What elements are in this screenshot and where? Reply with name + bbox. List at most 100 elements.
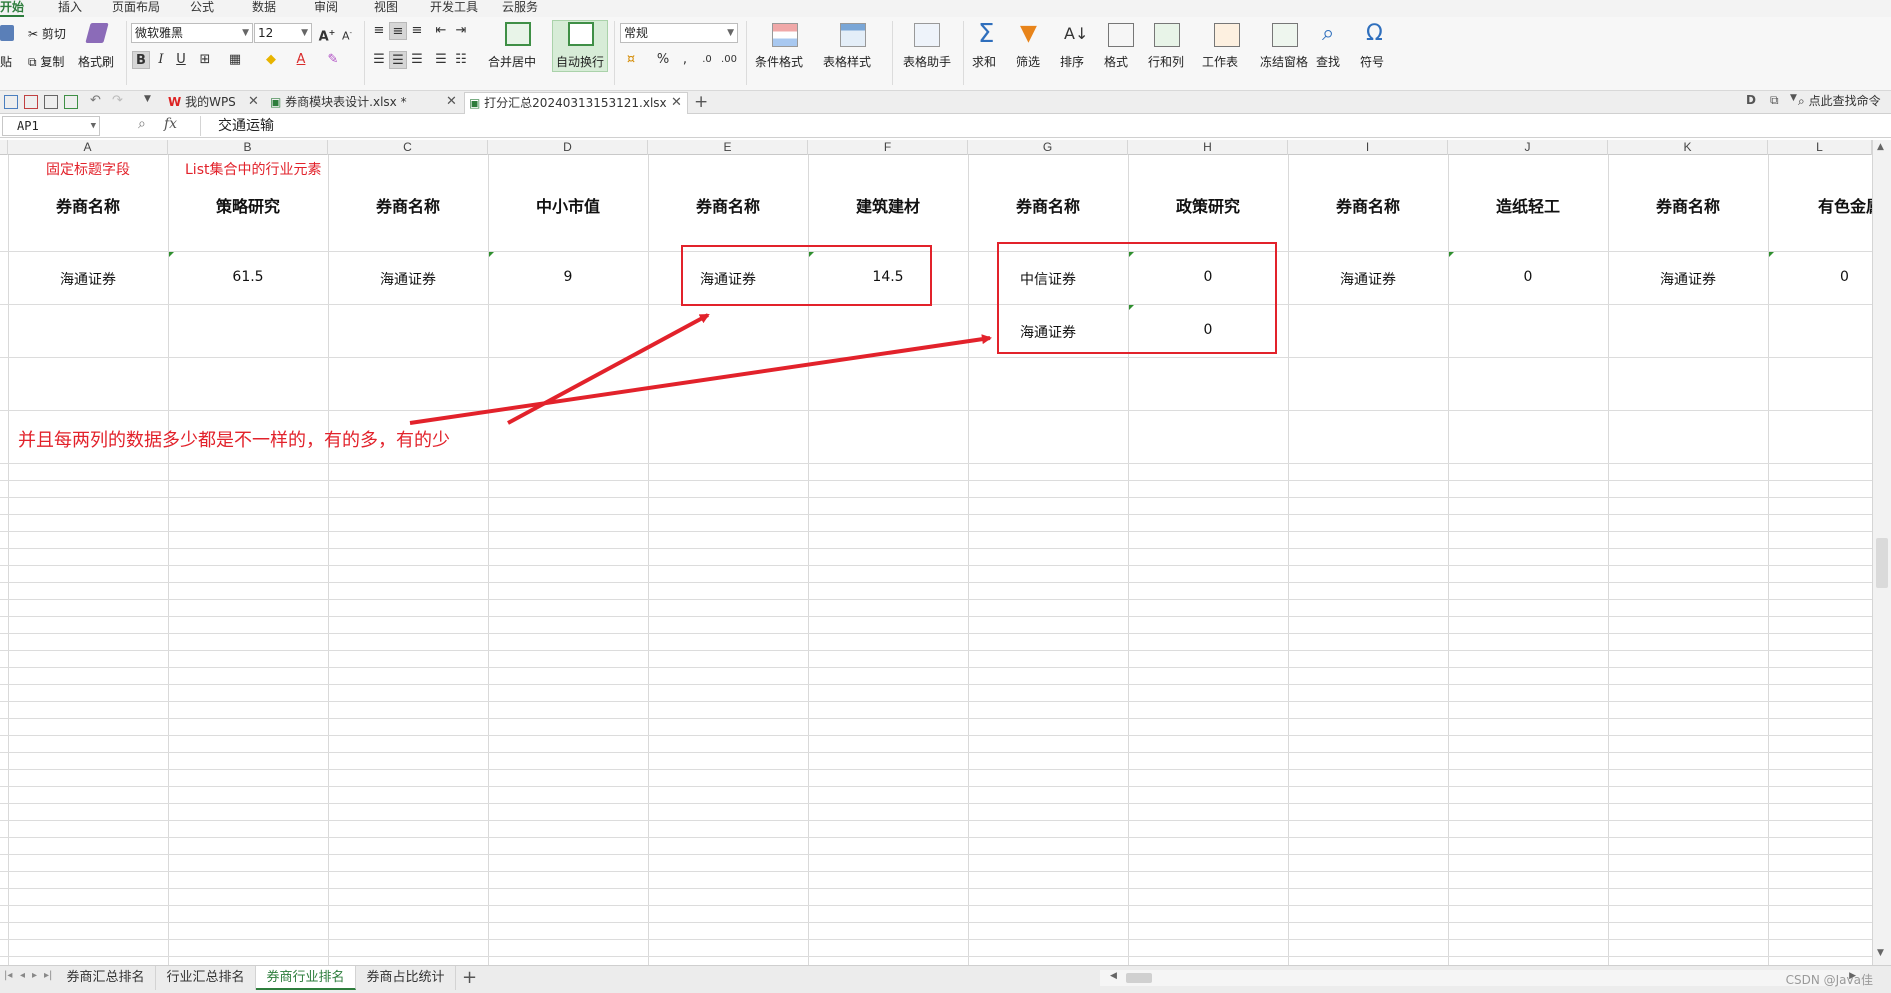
clear-format-icon[interactable]: ✎ <box>324 51 342 69</box>
column-header-i[interactable]: I <box>1288 140 1448 155</box>
menu-tab-page-layout[interactable]: 页面布局 <box>112 0 160 17</box>
align-left-icon[interactable]: ☰ <box>370 51 388 69</box>
sheet-tab-broker-share[interactable]: 券商占比统计 <box>356 966 456 990</box>
increase-font-icon[interactable]: A+ <box>318 24 336 44</box>
align-middle-icon[interactable]: ≡ <box>389 22 407 40</box>
find-button[interactable]: 查找 <box>1316 55 1340 69</box>
percent-icon[interactable]: % <box>654 51 672 69</box>
borders-icon[interactable]: ⊞ <box>196 51 214 69</box>
chevron-down-icon[interactable]: ▼ <box>144 94 158 108</box>
doc-switch-icon[interactable]: D <box>1746 93 1760 107</box>
insert-function-button[interactable]: fx <box>164 116 177 132</box>
comma-icon[interactable]: , <box>676 51 694 69</box>
save-icon[interactable] <box>4 95 18 109</box>
justify-icon[interactable]: ☰ <box>432 51 450 69</box>
paste-button[interactable]: 贴 <box>0 55 12 69</box>
align-bottom-icon[interactable]: ≡ <box>408 22 426 40</box>
doc-tab-module-design[interactable]: ▣ 券商模块表设计.xlsx * ✕ <box>266 92 462 114</box>
new-tab-icon[interactable]: + <box>694 92 708 112</box>
print-icon[interactable] <box>44 95 58 109</box>
undo-icon[interactable]: ↶ <box>90 93 104 108</box>
scroll-thumb[interactable] <box>1126 973 1152 983</box>
zoom-icon[interactable]: ⌕ <box>138 116 146 132</box>
close-icon[interactable]: ✕ <box>446 92 457 112</box>
search-command-box[interactable]: ⌕ 点此查找命令 <box>1798 92 1881 108</box>
menu-tab-data[interactable]: 数据 <box>252 0 276 17</box>
select-all-corner[interactable] <box>0 140 8 155</box>
copy-button[interactable]: ⧉ 复制 <box>28 55 64 69</box>
wrap-text-button[interactable]: 自动换行 <box>556 55 604 69</box>
conditional-format-button[interactable]: 条件格式 <box>755 55 803 69</box>
scroll-up-icon[interactable]: ▲ <box>1877 142 1884 152</box>
sheet-nav-first-icon[interactable]: |◂ <box>4 970 12 981</box>
scroll-down-icon[interactable]: ▼ <box>1877 948 1884 958</box>
filter-button[interactable]: 筛选 <box>1016 55 1040 69</box>
column-header-h[interactable]: H <box>1128 140 1288 155</box>
menu-tab-cloud[interactable]: 云服务 <box>502 0 538 17</box>
sheet-tab-broker-industry[interactable]: 券商行业排名 <box>256 966 356 990</box>
decrease-decimal-icon[interactable]: .00 <box>720 51 738 69</box>
format-painter-button[interactable]: 格式刷 <box>78 55 114 69</box>
table-helper-button[interactable]: 表格助手 <box>903 55 951 69</box>
doc-tab-my-wps[interactable]: W 我的WPS ✕ <box>164 92 264 114</box>
sheet-nav-prev-icon[interactable]: ◂ <box>20 970 25 981</box>
column-header-j[interactable]: J <box>1448 140 1608 155</box>
menu-tab-home[interactable]: 开始 <box>0 0 25 17</box>
sort-button[interactable]: 排序 <box>1060 55 1084 69</box>
format-button[interactable]: 格式 <box>1104 55 1128 69</box>
doc-tab-score-summary[interactable]: ▣ 打分汇总20240313153121.xlsx ✕ <box>464 92 688 114</box>
menu-tab-developer[interactable]: 开发工具 <box>430 0 478 17</box>
underline-button[interactable]: U <box>172 51 190 69</box>
menu-tab-formulas[interactable]: 公式 <box>190 0 214 17</box>
indent-increase-icon[interactable]: ⇥ <box>452 22 470 40</box>
close-icon[interactable]: ✕ <box>671 93 682 113</box>
sheet-nav-next-icon[interactable]: ▸ <box>32 970 37 981</box>
name-box[interactable]: AP1 ▼ <box>2 116 100 136</box>
column-header-e[interactable]: E <box>648 140 808 155</box>
number-format-select[interactable]: 常规 ▼ <box>620 23 738 43</box>
sum-button[interactable]: 求和 <box>972 55 996 69</box>
column-header-k[interactable]: K <box>1608 140 1768 155</box>
close-icon[interactable]: ✕ <box>248 92 259 112</box>
decrease-font-icon[interactable]: A- <box>338 24 356 43</box>
sheet-tab-industry-summary[interactable]: 行业汇总排名 <box>156 966 256 990</box>
rows-cols-button[interactable]: 行和列 <box>1148 55 1184 69</box>
window-icon[interactable]: ⧉ <box>1770 93 1784 107</box>
column-header-a[interactable]: A <box>8 140 168 155</box>
freeze-panes-button[interactable]: 冻结窗格 <box>1260 55 1308 69</box>
indent-decrease-icon[interactable]: ⇤ <box>432 22 450 40</box>
font-name-select[interactable]: 微软雅黑 ▼ <box>131 23 253 43</box>
cell-grid[interactable]: 固定标题字段 List集合中的行业元素 券商名称 策略研究 券商名称 中小市值 … <box>0 155 1872 965</box>
align-center-icon[interactable]: ☰ <box>389 51 407 69</box>
sheet-tab-broker-summary[interactable]: 券商汇总排名 <box>56 966 156 990</box>
worksheet-button[interactable]: 工作表 <box>1202 55 1238 69</box>
add-sheet-button[interactable]: + <box>462 967 477 988</box>
scroll-thumb[interactable] <box>1876 538 1888 588</box>
sheet-nav-last-icon[interactable]: ▸| <box>44 970 52 981</box>
menu-tab-view[interactable]: 视图 <box>374 0 398 17</box>
font-color-icon[interactable]: A <box>292 51 310 69</box>
increase-decimal-icon[interactable]: .0 <box>698 51 716 69</box>
symbol-button[interactable]: 符号 <box>1360 55 1384 69</box>
print-preview-icon[interactable] <box>64 95 78 109</box>
bold-button[interactable]: B <box>132 51 150 69</box>
column-header-c[interactable]: C <box>328 140 488 155</box>
cut-button[interactable]: ✂ 剪切 <box>28 27 66 41</box>
horizontal-scrollbar[interactable]: ◀ ▶ <box>1100 970 1860 986</box>
column-header-b[interactable]: B <box>168 140 328 155</box>
column-header-l[interactable]: L <box>1768 140 1872 155</box>
cell-style-icon[interactable]: ▦ <box>226 51 244 69</box>
column-header-d[interactable]: D <box>488 140 648 155</box>
font-size-select[interactable]: 12 ▼ <box>254 23 312 43</box>
align-right-icon[interactable]: ☰ <box>408 51 426 69</box>
align-top-icon[interactable]: ≡ <box>370 22 388 40</box>
redo-icon[interactable]: ↷ <box>112 93 126 108</box>
merge-center-button[interactable]: 合并居中 <box>488 55 536 69</box>
italic-button[interactable]: I <box>152 51 170 69</box>
menu-tab-insert[interactable]: 插入 <box>58 0 82 17</box>
vertical-scrollbar[interactable]: ▲ ▼ <box>1872 140 1891 965</box>
export-pdf-icon[interactable] <box>24 95 38 109</box>
scroll-left-icon[interactable]: ◀ <box>1110 971 1117 981</box>
formula-input[interactable]: 交通运输 <box>200 116 1880 136</box>
column-header-f[interactable]: F <box>808 140 968 155</box>
